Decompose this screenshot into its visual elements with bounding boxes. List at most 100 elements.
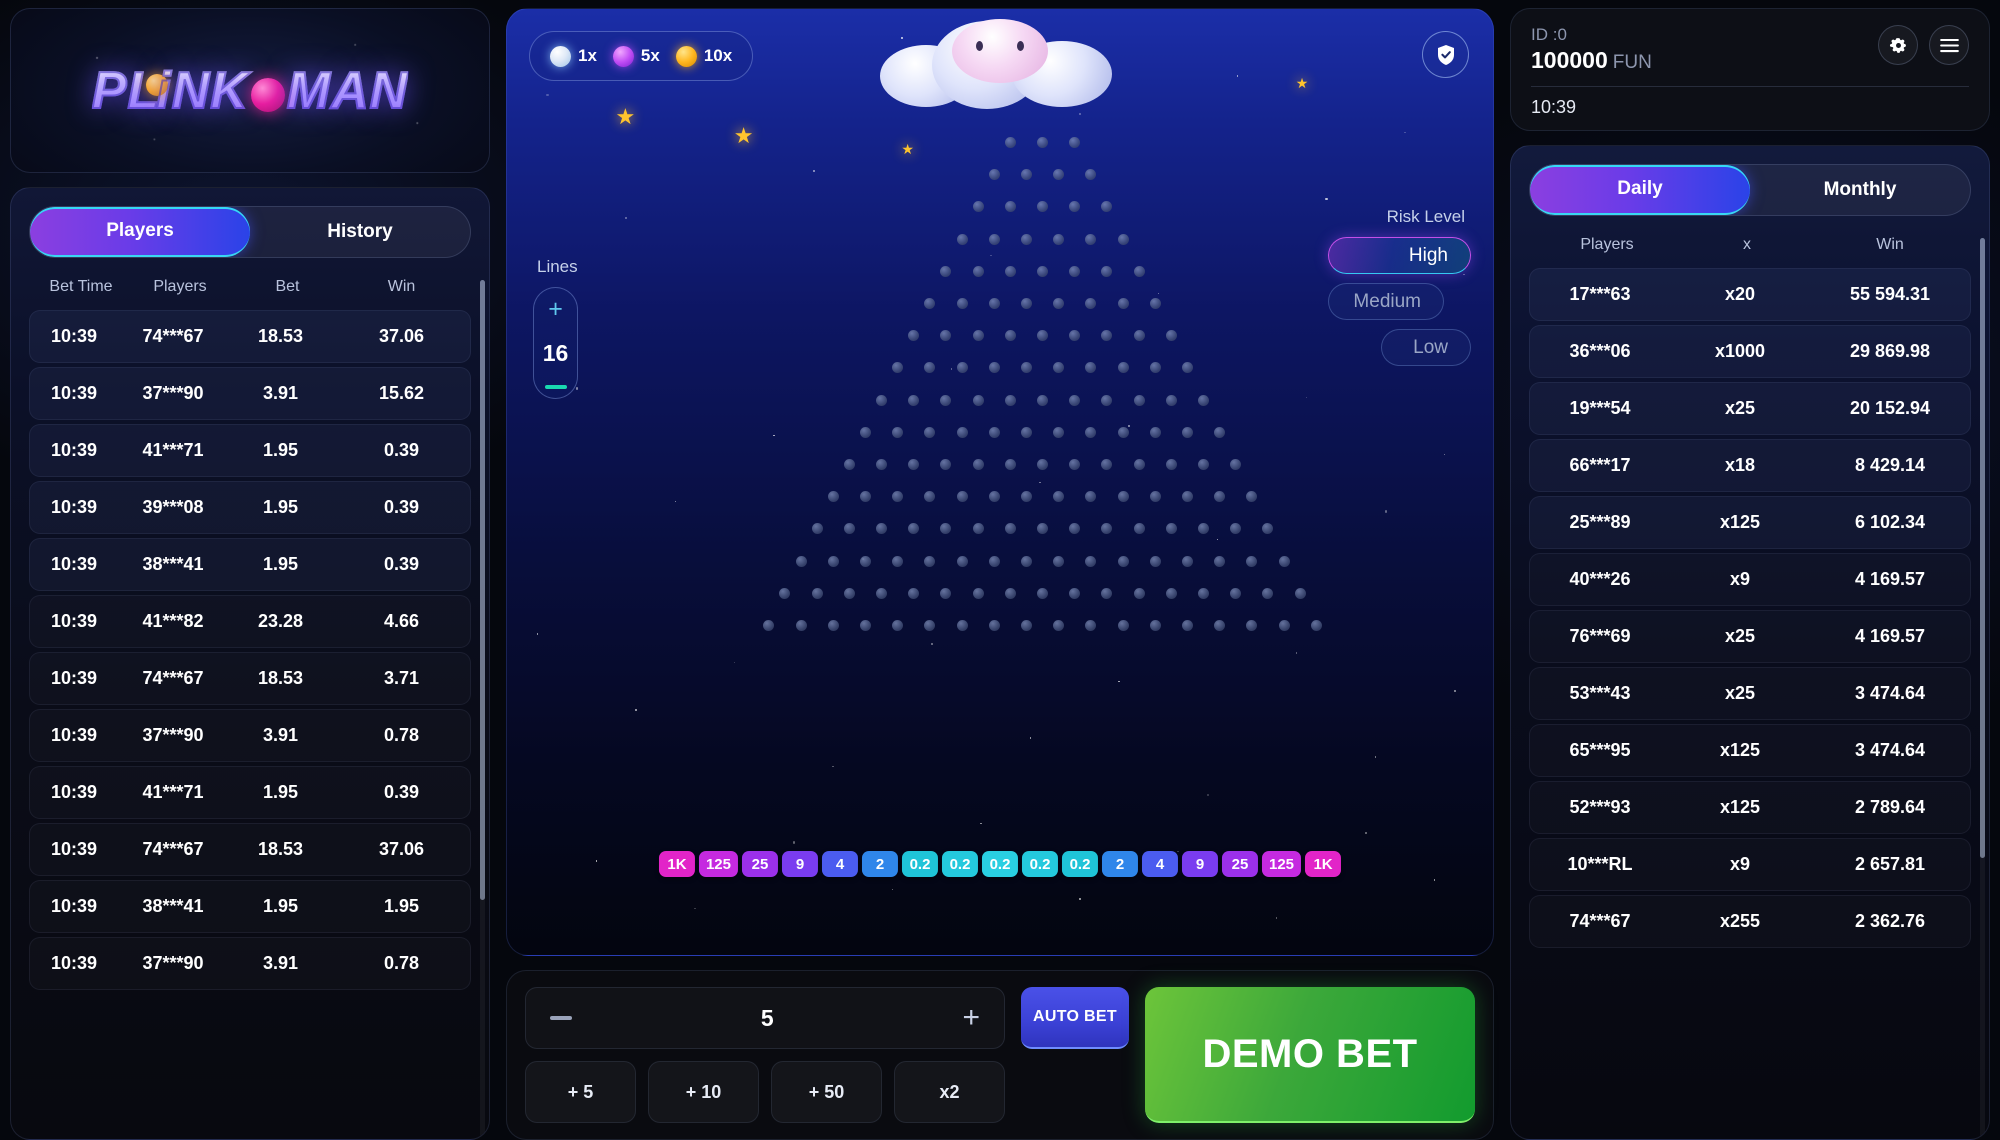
peg bbox=[1053, 620, 1065, 631]
table-row[interactable]: 10:39 41***71 1.95 0.39 bbox=[29, 424, 471, 477]
table-row[interactable]: 10:39 39***08 1.95 0.39 bbox=[29, 481, 471, 534]
peg bbox=[924, 362, 936, 374]
peg bbox=[1181, 426, 1193, 438]
leaderboard-row[interactable]: 17***63 x20 55 594.31 bbox=[1529, 268, 1971, 321]
peg bbox=[1117, 298, 1129, 309]
leaderboard-row[interactable]: 40***26 x9 4 169.57 bbox=[1529, 553, 1971, 606]
table-row[interactable]: 10:39 41***71 1.95 0.39 bbox=[29, 766, 471, 819]
cell-player: 38***41 bbox=[142, 896, 204, 916]
cell-bet-time: 10:39 bbox=[50, 839, 98, 859]
bet-amount-value[interactable]: 5 bbox=[572, 1005, 962, 1032]
leaderboard-row[interactable]: 19***54 x25 20 152.94 bbox=[1529, 382, 1971, 435]
leaderboard-row[interactable]: 25***89 x125 6 102.34 bbox=[1529, 496, 1971, 549]
table-row[interactable]: 10:39 74***67 18.53 3.71 bbox=[29, 652, 471, 705]
fairness-shield-button[interactable] bbox=[1422, 31, 1469, 78]
players-scrollbar-thumb[interactable] bbox=[480, 280, 485, 900]
quick-add-10-button[interactable]: + 10 bbox=[648, 1061, 759, 1123]
chip-1x[interactable]: 1x bbox=[550, 45, 597, 67]
chip-5x[interactable]: 5x bbox=[612, 45, 660, 67]
peg bbox=[1198, 394, 1209, 406]
table-row[interactable]: 10:39 38***41 1.95 1.95 bbox=[29, 880, 471, 933]
peg bbox=[1004, 523, 1016, 535]
lines-stepper[interactable]: + 16 bbox=[533, 287, 578, 399]
table-row[interactable]: 10:39 38***41 1.95 0.39 bbox=[29, 538, 471, 591]
leaderboard-table-body[interactable]: 17***63 x20 55 594.31 36***06 x1000 29 869.98… bbox=[1529, 268, 1971, 1139]
cell-multiplier: x125 bbox=[1719, 512, 1761, 532]
balance-amount: 100000 bbox=[1531, 47, 1608, 73]
bet-increase-icon[interactable]: + bbox=[962, 1003, 980, 1033]
quick-double-button[interactable]: x2 bbox=[894, 1061, 1005, 1123]
quick-add-50-button[interactable]: + 50 bbox=[771, 1061, 882, 1123]
menu-button[interactable] bbox=[1929, 25, 1969, 65]
bet-decrease-icon[interactable] bbox=[550, 1016, 572, 1020]
cell-multiplier: x20 bbox=[1724, 284, 1756, 304]
chip-10x[interactable]: 10x bbox=[675, 45, 733, 67]
bet-amount-stepper[interactable]: 5 + bbox=[525, 987, 1005, 1049]
cell-player: 39***08 bbox=[142, 497, 204, 517]
tab-monthly[interactable]: Monthly bbox=[1750, 165, 1970, 215]
lines-plus-icon[interactable]: + bbox=[548, 297, 563, 322]
risk-option-medium[interactable]: Medium bbox=[1328, 283, 1444, 320]
leaderboard-row[interactable]: 66***17 x18 8 429.14 bbox=[1529, 439, 1971, 492]
leaderboard-row[interactable]: 53***43 x25 3 474.64 bbox=[1529, 667, 1971, 720]
col-win: Win bbox=[387, 278, 416, 295]
cell-bet: 3.91 bbox=[262, 725, 299, 745]
game-center-column: ★★★★★ 1x 5x bbox=[506, 8, 1494, 1140]
table-row[interactable]: 10:39 41***82 23.28 4.66 bbox=[29, 595, 471, 648]
auto-bet-button[interactable]: AUTO BET bbox=[1021, 987, 1129, 1049]
peg bbox=[1085, 426, 1097, 438]
risk-option-high[interactable]: High bbox=[1328, 237, 1471, 274]
peg bbox=[1004, 201, 1016, 213]
cell-bet-time: 10:39 bbox=[50, 383, 98, 403]
cell-bet-time: 10:39 bbox=[50, 668, 98, 688]
table-row[interactable]: 10:39 74***67 18.53 37.06 bbox=[29, 310, 471, 363]
peg bbox=[1117, 362, 1129, 374]
cell-win: 8 429.14 bbox=[1854, 455, 1926, 475]
leaderboard-scrollbar-thumb[interactable] bbox=[1980, 238, 1985, 858]
leaderboard-row[interactable]: 10***RL x9 2 657.81 bbox=[1529, 838, 1971, 891]
cell-bet: 23.28 bbox=[257, 611, 304, 631]
game-logo-card: PLiNK MAN bbox=[10, 8, 490, 173]
table-row[interactable]: 10:39 74***67 18.53 37.06 bbox=[29, 823, 471, 876]
peg bbox=[1085, 298, 1097, 309]
demo-bet-button[interactable]: DEMO BET bbox=[1145, 987, 1475, 1123]
peg bbox=[1278, 620, 1290, 631]
account-id: ID :0 bbox=[1531, 25, 1567, 44]
chip-10x-label: 10x bbox=[703, 46, 733, 65]
leaderboard-row[interactable]: 65***95 x125 3 474.64 bbox=[1529, 724, 1971, 777]
peg bbox=[956, 233, 968, 245]
leaderboard-row[interactable]: 76***69 x25 4 169.57 bbox=[1529, 610, 1971, 663]
cell-win: 37.06 bbox=[378, 326, 425, 346]
peg bbox=[1069, 459, 1081, 470]
leaderboard-row[interactable]: 36***06 x1000 29 869.98 bbox=[1529, 325, 1971, 378]
tab-history[interactable]: History bbox=[250, 207, 470, 257]
settings-button[interactable] bbox=[1878, 25, 1918, 65]
cell-player: 17***63 bbox=[1569, 284, 1631, 304]
peg bbox=[988, 362, 1000, 374]
peg bbox=[972, 587, 984, 599]
peg bbox=[859, 491, 871, 503]
table-row[interactable]: 10:39 37***90 3.91 15.62 bbox=[29, 367, 471, 420]
peg bbox=[811, 523, 823, 535]
players-table-body[interactable]: 10:39 74***67 18.53 37.06 10:39 37***90 3.91 15… bbox=[29, 310, 471, 1139]
tab-daily[interactable]: Daily bbox=[1530, 165, 1750, 215]
cell-bet: 1.95 bbox=[262, 554, 299, 574]
chip-5x-label: 5x bbox=[640, 46, 660, 65]
cell-bet: 18.53 bbox=[257, 326, 304, 346]
quick-add-5-button[interactable]: + 5 bbox=[525, 1061, 636, 1123]
ball-icon-10x bbox=[675, 45, 697, 67]
risk-option-low[interactable]: Low bbox=[1381, 329, 1471, 366]
table-row[interactable]: 10:39 37***90 3.91 0.78 bbox=[29, 937, 471, 990]
players-history-tabs: Players History bbox=[29, 206, 471, 258]
tab-players[interactable]: Players bbox=[30, 207, 250, 257]
cell-player: 25***89 bbox=[1569, 512, 1631, 532]
leaderboard-row[interactable]: 74***67 x255 2 362.76 bbox=[1529, 895, 1971, 948]
lines-minus-icon[interactable] bbox=[544, 385, 567, 389]
cell-multiplier: x9 bbox=[1729, 569, 1751, 589]
plinko-board[interactable]: ★★★★★ 1x 5x bbox=[506, 8, 1494, 956]
peg bbox=[1165, 523, 1177, 535]
table-row[interactable]: 10:39 37***90 3.91 0.78 bbox=[29, 709, 471, 762]
cell-player: 74***67 bbox=[142, 839, 204, 859]
leaderboard-row[interactable]: 52***93 x125 2 789.64 bbox=[1529, 781, 1971, 834]
account-actions bbox=[1878, 25, 1969, 65]
